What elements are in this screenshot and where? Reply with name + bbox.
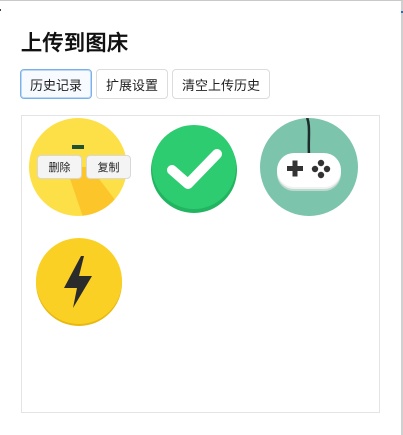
copy-button[interactable]: 复制	[86, 155, 131, 179]
window-left-accent	[0, 9, 1, 11]
green-check-icon	[151, 125, 237, 213]
history-panel: 删除 复制	[21, 115, 380, 413]
upload-window: 上传到图床 历史记录 扩展设置 清空上传历史 删除 复制	[0, 0, 403, 435]
tab-history[interactable]: 历史记录	[20, 69, 93, 99]
gamepad-icon	[260, 118, 358, 216]
image-hover-actions: 删除 复制	[37, 155, 131, 179]
history-image-3[interactable]	[259, 117, 359, 217]
tab-bar: 历史记录 扩展设置 清空上传历史	[20, 69, 271, 99]
tab-extension-settings[interactable]: 扩展设置	[96, 69, 169, 99]
page-title: 上传到图床	[21, 31, 129, 55]
tab-clear-history[interactable]: 清空上传历史	[172, 69, 271, 99]
history-image-1[interactable]: 删除 复制	[28, 117, 131, 217]
lightning-bolt-icon	[36, 238, 122, 326]
history-image-4[interactable]	[34, 236, 124, 328]
delete-button[interactable]: 删除	[37, 155, 82, 179]
history-image-2[interactable]	[144, 120, 244, 220]
